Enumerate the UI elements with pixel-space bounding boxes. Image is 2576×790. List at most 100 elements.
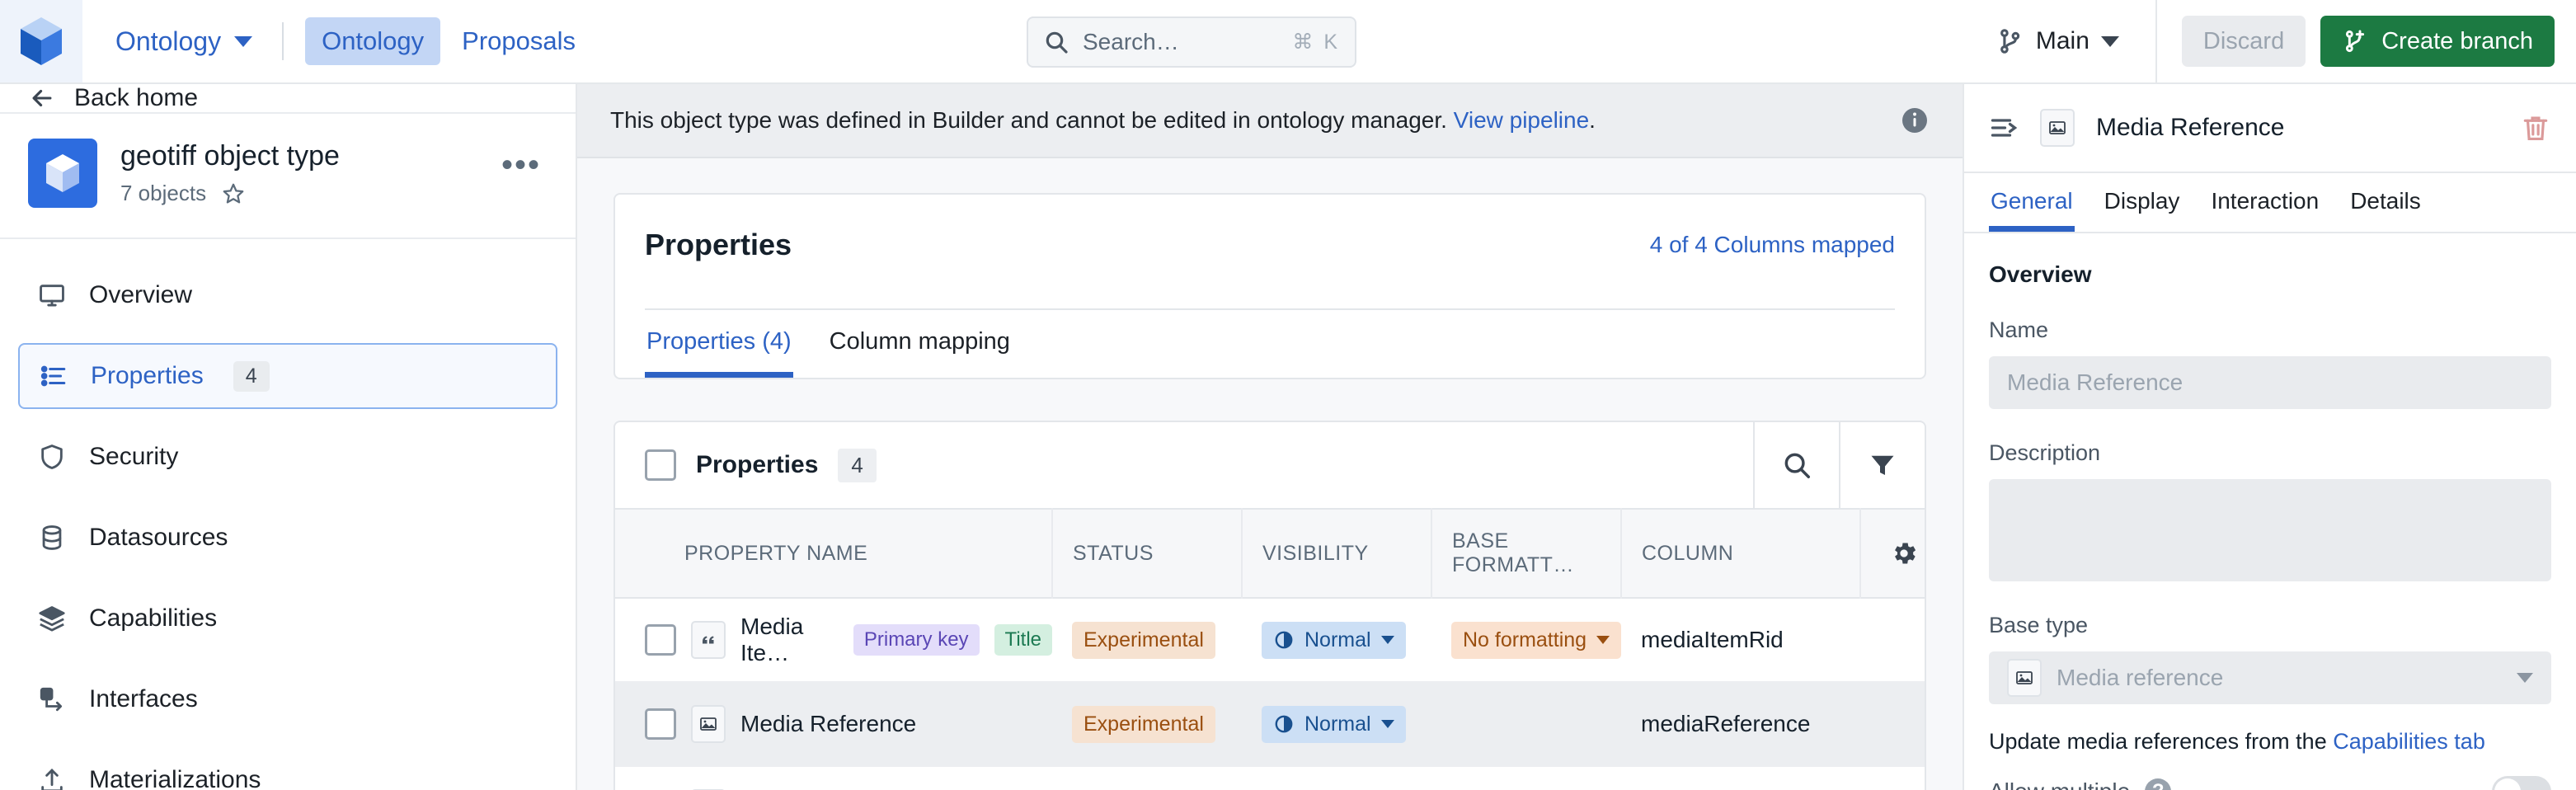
sidebar-item-label: Properties xyxy=(91,362,204,389)
base-type-select[interactable]: Media reference xyxy=(1989,651,2551,704)
branch-icon xyxy=(2000,29,2020,54)
properties-table: PROPERTY NAME STATUS VISIBILITY BASE FOR… xyxy=(615,508,1925,790)
visibility-dropdown[interactable]: Normal xyxy=(1262,621,1406,659)
allow-multiple-row: Allow multiple ? xyxy=(1989,776,2551,790)
banner-text-after: . xyxy=(1589,107,1596,133)
formatting-dropdown[interactable]: No formatting xyxy=(1451,621,1622,659)
branch-plus-icon xyxy=(2346,30,2365,53)
details-panel-tabs: General Display Interaction Details xyxy=(1964,172,2576,233)
database-icon xyxy=(36,522,68,553)
content-scroll: Properties 4 of 4 Columns mapped Propert… xyxy=(577,158,1963,790)
properties-table-card: Properties 4 PROPERTY NAME STATUS VISIBI… xyxy=(613,421,1926,790)
create-branch-label: Create branch xyxy=(2381,27,2533,54)
eye-icon xyxy=(1275,715,1293,733)
col-property-name[interactable]: PROPERTY NAME xyxy=(615,509,1053,598)
search-icon xyxy=(1046,31,1068,54)
sidebar: Back home geotiff object type 7 objects xyxy=(0,84,577,790)
sidebar-item-materializations[interactable]: Materializations xyxy=(18,747,557,790)
card-tabbar: Properties (4) Column mapping xyxy=(645,308,1895,378)
object-type-avatar xyxy=(28,139,97,208)
sidebar-item-overview[interactable]: Overview xyxy=(18,262,557,328)
hint-text-before: Update media references from the xyxy=(1989,729,2334,754)
sidebar-item-properties[interactable]: Properties 4 xyxy=(18,343,557,409)
trash-icon[interactable] xyxy=(2520,112,2551,143)
sidebar-item-datasources[interactable]: Datasources xyxy=(18,505,557,571)
arrow-left-icon xyxy=(32,89,52,107)
global-search[interactable]: Search… ⌘ K xyxy=(1027,16,1356,68)
product-switcher-label: Ontology xyxy=(115,26,222,56)
base-type-value: Media reference xyxy=(2057,665,2224,690)
tab-general[interactable]: General xyxy=(1989,173,2075,232)
gear-icon xyxy=(1894,543,1916,564)
object-more-menu[interactable]: ••• xyxy=(501,148,541,181)
tab-properties[interactable]: Properties (4) xyxy=(645,310,793,378)
tab-details-label: Details xyxy=(2350,188,2421,214)
details-panel-body: Overview Name Media Reference Descriptio… xyxy=(1964,233,2576,790)
sidebar-item-capabilities[interactable]: Capabilities xyxy=(18,585,557,651)
chevron-down-icon xyxy=(234,35,253,47)
tab-interaction[interactable]: Interaction xyxy=(2209,173,2320,232)
help-icon[interactable]: ? xyxy=(2145,778,2172,790)
col-status[interactable]: STATUS xyxy=(1052,509,1243,598)
sidebar-item-label: Datasources xyxy=(89,524,228,551)
tab-ontology[interactable]: Ontology xyxy=(305,17,441,65)
tab-display[interactable]: Display xyxy=(2103,173,2182,232)
tab-proposals[interactable]: Proposals xyxy=(445,17,592,65)
properties-card: Properties 4 of 4 Columns mapped Propert… xyxy=(613,193,1926,379)
product-switcher[interactable]: Ontology xyxy=(107,20,261,63)
tab-proposals-label: Proposals xyxy=(462,26,576,55)
list-icon xyxy=(38,360,69,392)
formatting-label: No formatting xyxy=(1463,628,1587,651)
col-base-formatting[interactable]: BASE FORMATT… xyxy=(1431,509,1622,598)
table-row[interactable]: Media Reference Experimental Normal medi… xyxy=(615,682,1925,766)
back-home-button[interactable]: Back home xyxy=(0,84,576,114)
main-content: This object type was defined in Builder … xyxy=(577,84,1963,790)
object-header: geotiff object type 7 objects ••• xyxy=(0,114,576,239)
col-visibility[interactable]: VISIBILITY xyxy=(1242,509,1432,598)
chevron-down-icon xyxy=(1596,636,1610,644)
star-icon[interactable] xyxy=(221,181,246,206)
sidebar-item-label: Security xyxy=(89,443,179,470)
capabilities-tab-link[interactable]: Capabilities tab xyxy=(2333,729,2485,754)
overview-section-title: Overview xyxy=(1989,261,2092,287)
property-name: Media Reference xyxy=(740,711,917,736)
select-all-checkbox[interactable] xyxy=(645,449,676,481)
visibility-dropdown[interactable]: Normal xyxy=(1262,705,1406,743)
row-checkbox[interactable] xyxy=(645,708,676,740)
tab-details[interactable]: Details xyxy=(2348,173,2423,232)
description-field[interactable] xyxy=(1989,479,2551,581)
allow-multiple-toggle[interactable] xyxy=(2492,776,2551,790)
info-icon[interactable] xyxy=(1900,106,1930,135)
columns-mapped-link[interactable]: 4 of 4 Columns mapped xyxy=(1650,232,1895,258)
view-pipeline-link[interactable]: View pipeline xyxy=(1454,107,1590,133)
table-settings-button[interactable] xyxy=(1860,509,1925,598)
sidebar-item-security[interactable]: Security xyxy=(18,424,557,490)
row-checkbox[interactable] xyxy=(645,624,676,656)
sidebar-nav: Overview Properties 4 Security Datasourc… xyxy=(0,239,576,790)
sidebar-item-label: Capabilities xyxy=(89,604,218,632)
create-branch-button[interactable]: Create branch xyxy=(2320,16,2555,67)
app-logo[interactable] xyxy=(0,0,82,82)
property-name-cell: Media Reference xyxy=(645,705,1052,743)
search-input[interactable]: Search… xyxy=(1083,29,1279,55)
col-column[interactable]: COLUMN xyxy=(1621,509,1861,598)
interface-icon xyxy=(36,684,68,715)
table-row[interactable]: Media Ite… Primary key Title Experimenta… xyxy=(615,598,1925,682)
collapse-panel-icon[interactable] xyxy=(1989,113,2019,143)
image-icon xyxy=(2040,109,2075,147)
tab-column-mapping[interactable]: Column mapping xyxy=(828,310,1012,378)
tab-ontology-label: Ontology xyxy=(322,26,425,55)
tab-interaction-label: Interaction xyxy=(2211,188,2320,214)
details-panel-title: Media Reference xyxy=(2096,114,2285,141)
branch-selector[interactable]: Main xyxy=(1985,21,2131,62)
table-search-button[interactable] xyxy=(1753,422,1839,508)
table-filter-button[interactable] xyxy=(1839,422,1925,508)
search-icon xyxy=(1784,453,1810,478)
sidebar-item-interfaces[interactable]: Interfaces xyxy=(18,666,557,732)
table-row[interactable]: Path Experimental xyxy=(615,766,1925,790)
details-panel-header: Media Reference xyxy=(1964,84,2576,172)
chevron-down-icon xyxy=(2100,35,2119,47)
discard-button[interactable]: Discard xyxy=(2181,16,2306,67)
name-field[interactable]: Media Reference xyxy=(1989,356,2551,409)
search-box[interactable]: Search… ⌘ K xyxy=(1027,16,1356,68)
